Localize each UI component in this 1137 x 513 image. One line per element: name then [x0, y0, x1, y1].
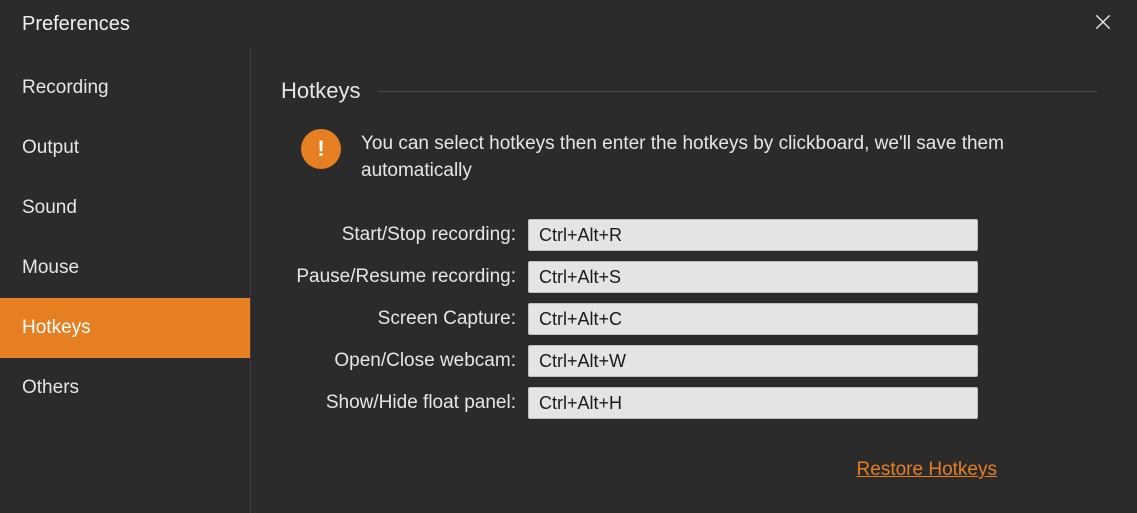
hotkey-label: Start/Stop recording: — [281, 224, 516, 246]
hotkey-row-start-stop: Start/Stop recording: — [281, 219, 1097, 251]
preferences-window: Preferences Recording Output Sound Mouse — [0, 0, 1137, 513]
hotkey-label: Pause/Resume recording: — [281, 266, 516, 288]
sidebar-item-hotkeys[interactable]: Hotkeys — [0, 298, 250, 358]
close-icon — [1093, 12, 1113, 37]
hotkey-row-pause-resume: Pause/Resume recording: — [281, 261, 1097, 293]
hotkey-label: Show/Hide float panel: — [281, 392, 516, 414]
hotkey-label: Screen Capture: — [281, 308, 516, 330]
hotkey-list: Start/Stop recording: Pause/Resume recor… — [281, 219, 1097, 419]
sidebar-item-others[interactable]: Others — [0, 358, 250, 418]
hotkey-input-float-panel[interactable] — [528, 387, 978, 419]
window-title: Preferences — [22, 13, 130, 36]
restore-hotkeys-link[interactable]: Restore Hotkeys — [857, 459, 997, 481]
content-panel: Hotkeys ! You can select hotkeys then en… — [251, 48, 1137, 513]
close-button[interactable] — [1087, 8, 1119, 40]
sidebar-item-label: Hotkeys — [22, 317, 91, 339]
hotkey-input-pause-resume[interactable] — [528, 261, 978, 293]
sidebar-item-recording[interactable]: Recording — [0, 58, 250, 118]
info-banner: ! You can select hotkeys then enter the … — [301, 129, 1097, 184]
hotkey-row-screen-capture: Screen Capture: — [281, 303, 1097, 335]
sidebar-item-label: Recording — [22, 77, 109, 99]
hotkey-row-float-panel: Show/Hide float panel: — [281, 387, 1097, 419]
sidebar-item-output[interactable]: Output — [0, 118, 250, 178]
section-header: Hotkeys — [281, 78, 1097, 104]
hotkey-input-webcam[interactable] — [528, 345, 978, 377]
info-text: You can select hotkeys then enter the ho… — [361, 129, 1097, 184]
section-title: Hotkeys — [281, 78, 378, 104]
hotkey-input-screen-capture[interactable] — [528, 303, 978, 335]
sidebar-item-sound[interactable]: Sound — [0, 178, 250, 238]
section-divider — [378, 91, 1097, 92]
window-body: Recording Output Sound Mouse Hotkeys Oth… — [0, 48, 1137, 513]
title-bar: Preferences — [0, 0, 1137, 48]
sidebar-item-mouse[interactable]: Mouse — [0, 238, 250, 298]
hotkey-label: Open/Close webcam: — [281, 350, 516, 372]
sidebar: Recording Output Sound Mouse Hotkeys Oth… — [0, 48, 251, 513]
exclamation-icon: ! — [301, 129, 341, 169]
sidebar-item-label: Output — [22, 137, 79, 159]
restore-row: Restore Hotkeys — [281, 459, 1097, 481]
sidebar-item-label: Mouse — [22, 257, 79, 279]
hotkey-input-start-stop[interactable] — [528, 219, 978, 251]
hotkey-row-webcam: Open/Close webcam: — [281, 345, 1097, 377]
sidebar-item-label: Others — [22, 377, 79, 399]
sidebar-item-label: Sound — [22, 197, 77, 219]
